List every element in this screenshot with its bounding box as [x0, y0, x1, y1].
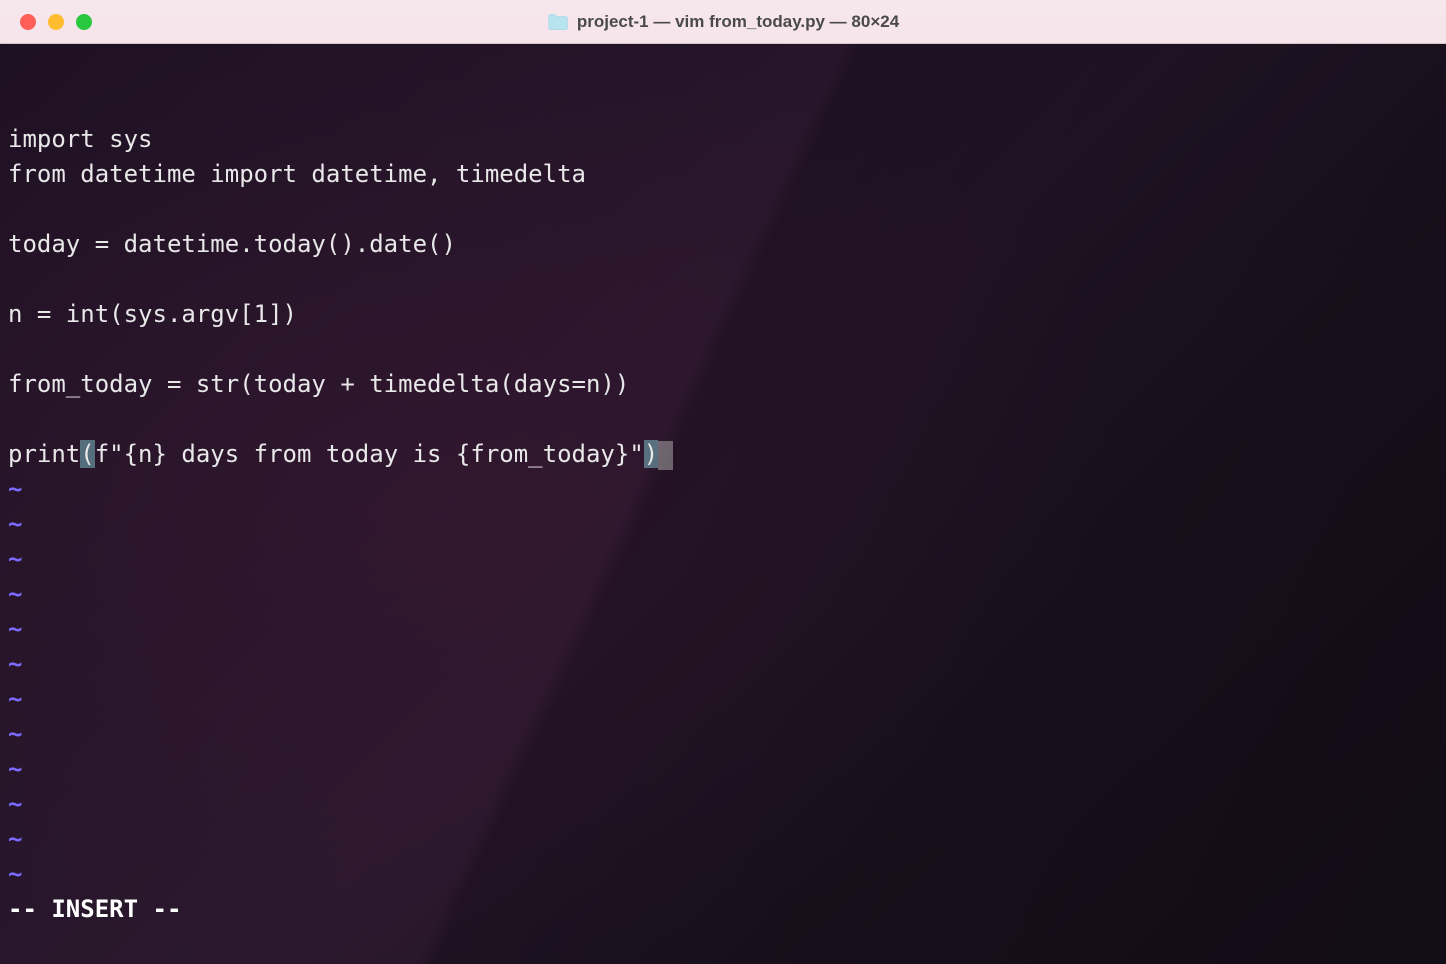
empty-line-tilde: ~ [8, 647, 1438, 682]
code-line[interactable] [8, 262, 1438, 297]
code-line[interactable]: from_today = str(today + timedelta(days=… [8, 367, 1438, 402]
folder-icon [547, 13, 569, 31]
matched-open-paren: ( [80, 440, 94, 468]
code-line[interactable]: n = int(sys.argv[1]) [8, 297, 1438, 332]
empty-line-tilde: ~ [8, 822, 1438, 857]
window-title: project-1 — vim from_today.py — 80×24 [577, 12, 899, 32]
empty-line-tilde: ~ [8, 752, 1438, 787]
empty-line-tilde: ~ [8, 857, 1438, 892]
matched-close-paren: ) [644, 440, 658, 468]
minimize-button[interactable] [48, 14, 64, 30]
maximize-button[interactable] [76, 14, 92, 30]
print-middle: f"{n} days from today is {from_today}" [95, 440, 644, 468]
terminal-window: project-1 — vim from_today.py — 80×24 im… [0, 0, 1446, 964]
empty-line-tilde: ~ [8, 612, 1438, 647]
code-line[interactable]: import sys [8, 122, 1438, 157]
close-button[interactable] [20, 14, 36, 30]
code-line[interactable]: from datetime import datetime, timedelta [8, 157, 1438, 192]
vim-status-line: -- INSERT -- [8, 892, 1438, 927]
traffic-lights [20, 14, 92, 30]
code-line[interactable] [8, 332, 1438, 367]
print-prefix: print [8, 440, 80, 468]
code-line[interactable] [8, 402, 1438, 437]
code-area[interactable]: import sysfrom datetime import datetime,… [8, 122, 1438, 927]
cursor [658, 441, 672, 470]
empty-line-tilde: ~ [8, 577, 1438, 612]
empty-line-tilde: ~ [8, 507, 1438, 542]
empty-line-tilde: ~ [8, 542, 1438, 577]
titlebar[interactable]: project-1 — vim from_today.py — 80×24 [0, 0, 1446, 44]
window-title-container: project-1 — vim from_today.py — 80×24 [547, 12, 899, 32]
empty-line-tilde: ~ [8, 682, 1438, 717]
code-line[interactable]: today = datetime.today().date() [8, 227, 1438, 262]
code-line[interactable] [8, 192, 1438, 227]
empty-line-tilde: ~ [8, 472, 1438, 507]
code-line-print[interactable]: print(f"{n} days from today is {from_tod… [8, 437, 1438, 472]
empty-line-tilde: ~ [8, 787, 1438, 822]
terminal-content[interactable]: import sysfrom datetime import datetime,… [0, 44, 1446, 964]
empty-line-tilde: ~ [8, 717, 1438, 752]
